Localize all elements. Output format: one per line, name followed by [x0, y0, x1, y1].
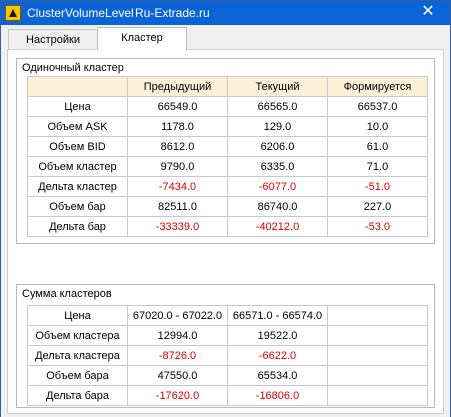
single-cluster-table: Предыдущий Текущий Формируется Цена 66549…: [27, 76, 428, 237]
table-row: Объем кластер 9790.0 6335.0 71.0: [27, 156, 428, 177]
window-subtitle: Ru-Extrade.ru: [135, 6, 210, 20]
value-cell: 9790.0: [127, 156, 228, 177]
table-row: Дельта бар -33339.0 -40212.0 -53.0: [27, 216, 428, 237]
value-cell: -33339.0: [127, 216, 228, 237]
window-title: ClusterVolumeLevel: [27, 6, 134, 20]
table-row: Объем бар 82511.0 86740.0 227.0: [27, 196, 428, 217]
app-logo-icon: [5, 5, 21, 21]
close-button[interactable]: ✕: [406, 1, 450, 25]
value-cell: -17620.0: [127, 385, 228, 406]
value-cell: 86740.0: [227, 196, 328, 217]
value-cell: [327, 345, 428, 366]
value-cell: -7434.0: [127, 176, 228, 197]
row-label: Объем бар: [27, 196, 128, 217]
tab-settings[interactable]: Настройки: [8, 29, 98, 49]
row-label: Дельта бар: [27, 216, 128, 237]
value-cell: [327, 325, 428, 346]
value-cell: 19522.0: [227, 325, 328, 346]
value-cell: 82511.0: [127, 196, 228, 217]
table-row: Цена 67020.0 - 67022.0 66571.0 - 66574.0: [27, 305, 428, 326]
value-cell: 61.0: [327, 136, 428, 157]
tab-cluster-label: Кластер: [121, 32, 163, 44]
value-cell: 67020.0 - 67022.0: [127, 305, 228, 326]
value-cell: 6206.0: [227, 136, 328, 157]
value-cell: 227.0: [327, 196, 428, 217]
sum-clusters-group: Сумма кластеров Цена 67020.0 - 67022.0 665…: [16, 284, 435, 408]
title-bar[interactable]: ClusterVolumeLevel Ru-Extrade.ru ✕: [1, 1, 450, 25]
table-row: Объем кластера 12994.0 19522.0: [27, 325, 428, 346]
value-cell: -51.0: [327, 176, 428, 197]
header-cell-empty: [27, 76, 128, 97]
header-cell-previous: Предыдущий: [127, 76, 228, 97]
row-label: Цена: [27, 96, 128, 117]
value-cell: 66571.0 - 66574.0: [227, 305, 328, 326]
value-cell: -8726.0: [127, 345, 228, 366]
cluster-tab-panel: Одиночный кластер Предыдущий Текущий Фор…: [7, 49, 444, 414]
value-cell: 12994.0: [127, 325, 228, 346]
table-row: Дельта кластера -8726.0 -6622.0: [27, 345, 428, 366]
value-cell: [327, 365, 428, 386]
row-label: Дельта бара: [27, 385, 128, 406]
single-cluster-title: Одиночный кластер: [22, 62, 124, 74]
tab-cluster[interactable]: Кластер: [97, 27, 187, 50]
table-row: Цена 66549.0 66565.0 66537.0: [27, 96, 428, 117]
table-row: Объем ASK 1178.0 129.0 10.0: [27, 116, 428, 137]
value-cell: 47550.0: [127, 365, 228, 386]
value-cell: 1178.0: [127, 116, 228, 137]
value-cell: 66565.0: [227, 96, 328, 117]
table-header-row: Предыдущий Текущий Формируется: [27, 76, 428, 97]
value-cell: 6335.0: [227, 156, 328, 177]
value-cell: 129.0: [227, 116, 328, 137]
sum-clusters-title: Сумма кластеров: [22, 288, 112, 300]
value-cell: [327, 305, 428, 326]
row-label: Объем ASK: [27, 116, 128, 137]
client-area: Настройки Кластер Одиночный кластер Пред…: [1, 25, 450, 417]
value-cell: 71.0: [327, 156, 428, 177]
table-row: Объем бара 47550.0 65534.0: [27, 365, 428, 386]
value-cell: -53.0: [327, 216, 428, 237]
row-label: Цена: [27, 305, 128, 326]
app-window: ClusterVolumeLevel Ru-Extrade.ru ✕ Настр…: [0, 0, 451, 417]
value-cell: 65534.0: [227, 365, 328, 386]
row-label: Объем BID: [27, 136, 128, 157]
row-label: Дельта кластер: [27, 176, 128, 197]
value-cell: -6077.0: [227, 176, 328, 197]
header-cell-current: Текущий: [227, 76, 328, 97]
table-row: Дельта бара -17620.0 -16806.0: [27, 385, 428, 406]
table-row: Объем BID 8612.0 6206.0 61.0: [27, 136, 428, 157]
value-cell: -6622.0: [227, 345, 328, 366]
single-cluster-group: Одиночный кластер Предыдущий Текущий Фор…: [16, 58, 435, 244]
value-cell: [327, 385, 428, 406]
header-cell-forming: Формируется: [327, 76, 428, 97]
value-cell: 10.0: [327, 116, 428, 137]
value-cell: -40212.0: [227, 216, 328, 237]
close-icon: ✕: [421, 3, 435, 20]
value-cell: 66537.0: [327, 96, 428, 117]
row-label: Дельта кластера: [27, 345, 128, 366]
row-label: Объем кластера: [27, 325, 128, 346]
value-cell: -16806.0: [227, 385, 328, 406]
row-label: Объем кластер: [27, 156, 128, 177]
table-row: Дельта кластер -7434.0 -6077.0 -51.0: [27, 176, 428, 197]
row-label: Объем бара: [27, 365, 128, 386]
value-cell: 66549.0: [127, 96, 228, 117]
tab-settings-label: Настройки: [26, 34, 80, 46]
value-cell: 8612.0: [127, 136, 228, 157]
sum-clusters-table: Цена 67020.0 - 67022.0 66571.0 - 66574.0 Об…: [27, 305, 428, 406]
